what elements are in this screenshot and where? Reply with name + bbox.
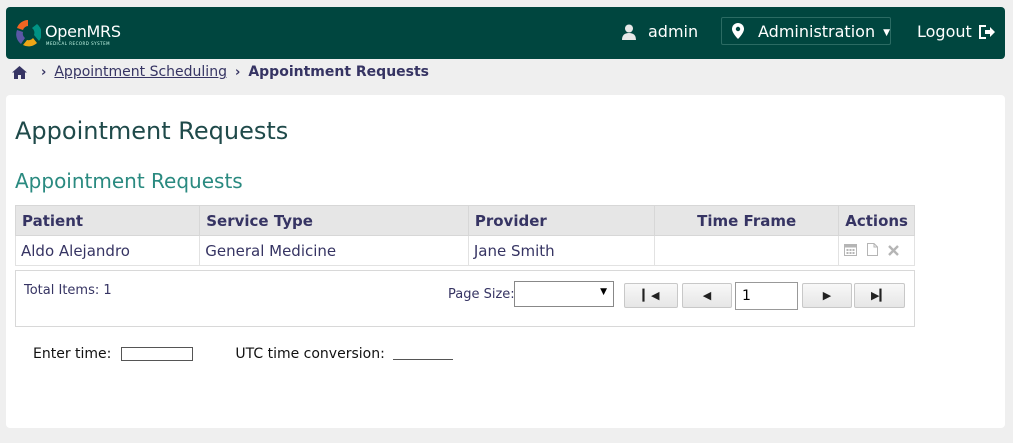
last-page-button[interactable]: ▶▎: [854, 283, 905, 308]
brand-tagline: MEDICAL RECORD SYSTEM: [46, 41, 111, 46]
section-title: Appointment Requests: [15, 169, 243, 193]
next-page-icon: ▶: [822, 289, 832, 302]
cell-actions: [838, 235, 915, 266]
cell-service-type: General Medicine: [199, 235, 469, 266]
page-title: Appointment Requests: [15, 117, 289, 145]
file-icon[interactable]: [867, 242, 879, 260]
cell-patient: Aldo Alejandro: [14, 235, 201, 266]
top-header: OpenMRS MEDICAL RECORD SYSTEM admin Admi…: [6, 7, 1005, 59]
logout-label: Logout: [917, 22, 972, 41]
table-footer: Total Items: 1 Page Size: ▼ ▎◀ ◀ ▶ ▶▎: [15, 270, 915, 327]
openmrs-logo[interactable]: OpenMRS MEDICAL RECORD SYSTEM: [15, 17, 135, 51]
breadcrumb-appointment-scheduling[interactable]: Appointment Scheduling: [54, 64, 227, 80]
enter-time-input[interactable]: [121, 347, 194, 361]
chevron-right-icon: ›: [41, 64, 47, 80]
column-patient[interactable]: Patient: [14, 205, 201, 236]
user-name: admin: [648, 22, 699, 41]
column-time-frame[interactable]: Time Frame: [654, 205, 840, 236]
column-service-type[interactable]: Service Type: [199, 205, 469, 236]
location-dropdown[interactable]: Administration ▼: [721, 17, 891, 45]
brand-name: OpenMRS: [45, 22, 121, 41]
first-page-icon: ▎◀: [642, 289, 660, 302]
map-marker-icon: [732, 23, 744, 39]
current-user: admin: [622, 22, 698, 41]
openmrs-logo-mark: [16, 20, 41, 47]
table-row: Aldo Alejandro General Medicine Jane Smi…: [14, 235, 915, 266]
page-size-label: Page Size:: [448, 287, 515, 302]
column-provider[interactable]: Provider: [467, 205, 656, 236]
appointment-requests-table-wrap: Patient Service Type Provider Time Frame…: [14, 205, 915, 266]
breadcrumb: › Appointment Scheduling › Appointment R…: [12, 62, 429, 82]
cell-provider: Jane Smith: [467, 235, 656, 266]
logout-link[interactable]: Logout: [917, 22, 996, 41]
caret-down-icon: ▼: [883, 27, 890, 38]
caret-down-icon: ▼: [600, 287, 607, 297]
utc-conversion-value: [392, 349, 453, 360]
time-conversion-row: Enter time: UTC time conversion:: [33, 346, 453, 362]
first-page-button[interactable]: ▎◀: [624, 283, 678, 308]
page-size-select[interactable]: ▼: [514, 281, 614, 307]
utc-conversion-label: UTC time conversion:: [235, 346, 385, 362]
page-number-input[interactable]: [735, 282, 798, 310]
next-page-button[interactable]: ▶: [802, 283, 852, 308]
home-icon[interactable]: [12, 65, 27, 79]
column-actions: Actions: [838, 205, 915, 236]
location-label: Administration: [758, 21, 876, 41]
chevron-right-icon: ›: [234, 64, 241, 80]
calendar-icon[interactable]: [844, 242, 858, 260]
table-header-row: Patient Service Type Provider Time Frame…: [14, 205, 915, 236]
user-icon: [622, 24, 636, 40]
enter-time-label: Enter time:: [33, 346, 112, 362]
breadcrumb-current: Appointment Requests: [248, 64, 430, 80]
sign-out-icon: [978, 24, 995, 39]
close-icon[interactable]: [887, 242, 899, 260]
last-page-icon: ▶▎: [871, 289, 888, 302]
main-panel: Appointment Requests Appointment Request…: [6, 95, 1005, 428]
previous-page-button[interactable]: ◀: [682, 283, 732, 308]
total-items: Total Items: 1: [24, 283, 112, 298]
cell-time-frame: [654, 235, 840, 266]
previous-page-icon: ◀: [702, 289, 712, 302]
appointment-requests-table: Patient Service Type Provider Time Frame…: [14, 205, 915, 266]
